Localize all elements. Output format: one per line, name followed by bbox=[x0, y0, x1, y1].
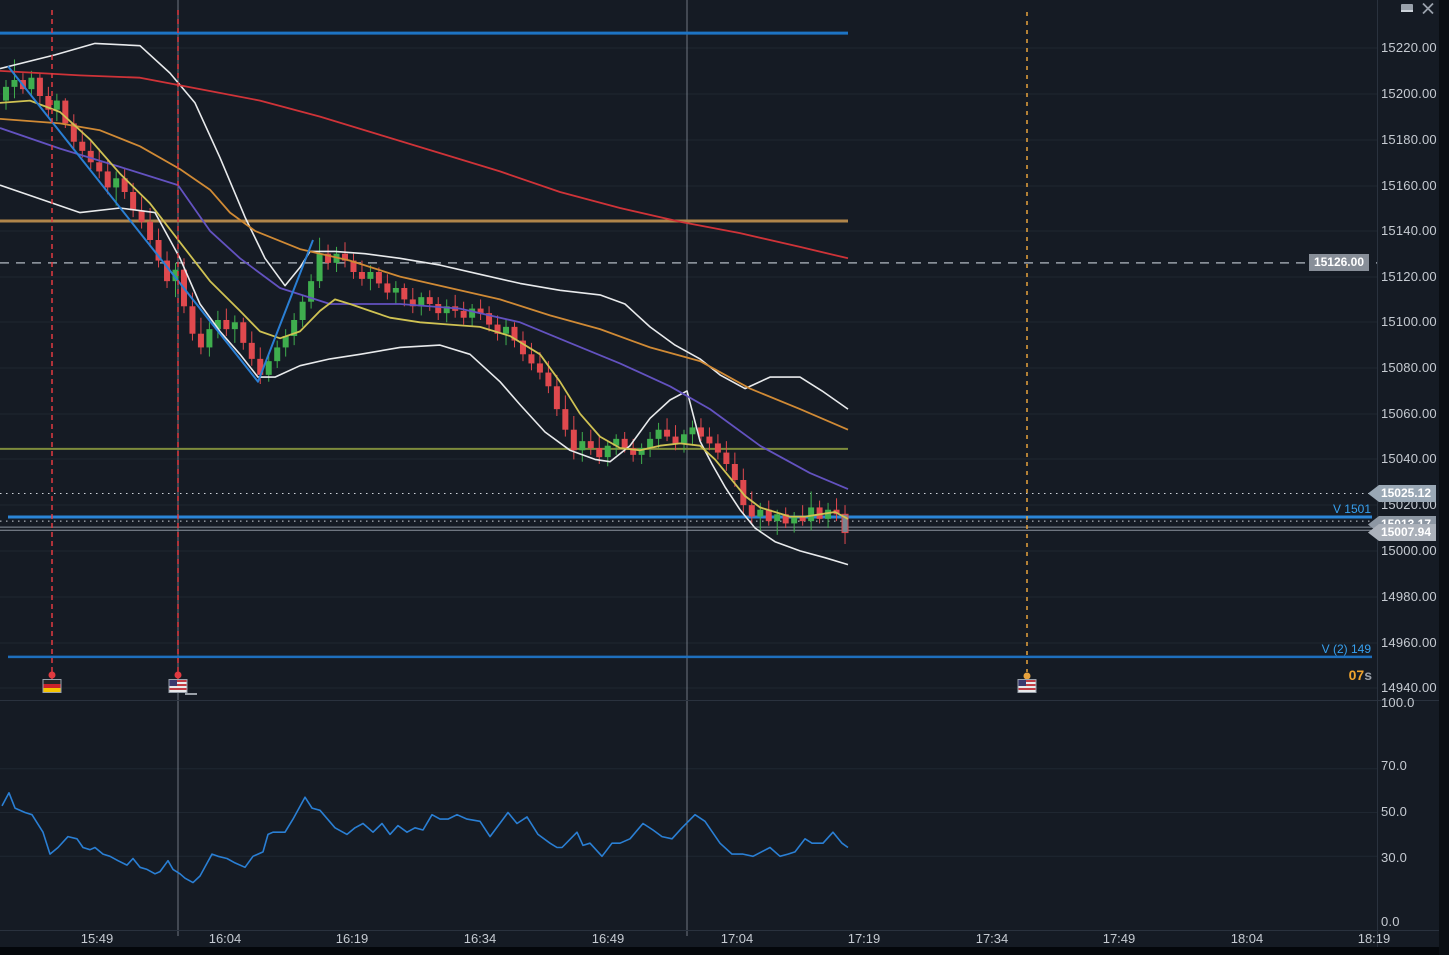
time-tick-label: 17:49 bbox=[1102, 931, 1136, 946]
minimize-icon[interactable] bbox=[1400, 2, 1414, 15]
time-tick-label: 17:04 bbox=[720, 931, 754, 946]
upper-price-tag: 15025.12 bbox=[1367, 485, 1436, 502]
flag-us-icon[interactable] bbox=[168, 679, 188, 693]
frame-layer bbox=[0, 0, 1449, 955]
volume-level-label-2: V (2) 149 bbox=[1321, 642, 1371, 656]
bar-countdown: 07s bbox=[1349, 667, 1372, 683]
axis-tick-label: 15060.00 bbox=[1381, 406, 1437, 421]
time-tick-label: 16:49 bbox=[591, 931, 625, 946]
event-dot bbox=[174, 671, 182, 679]
last-price-tag: 15007.94 bbox=[1367, 524, 1436, 541]
axis-tick-label: 50.0 bbox=[1381, 804, 1408, 819]
time-tick-label: 15:49 bbox=[80, 931, 114, 946]
axis-tick-label: 30.0 bbox=[1381, 850, 1408, 865]
flag-de-icon[interactable] bbox=[42, 679, 62, 693]
axis-tick-label: 70.0 bbox=[1381, 758, 1408, 773]
event-dot bbox=[1023, 672, 1031, 680]
axis-tick-label: 15080.00 bbox=[1381, 360, 1437, 375]
gridlines-layer bbox=[0, 47, 1378, 857]
axis-tick-label: 15200.00 bbox=[1381, 86, 1437, 101]
axis-tick-label: 15140.00 bbox=[1381, 223, 1437, 238]
axis-tick-label: 14940.00 bbox=[1381, 680, 1437, 695]
time-tick-label: 16:19 bbox=[335, 931, 369, 946]
rsi-layer bbox=[1, 791, 849, 884]
candles-layer bbox=[3, 59, 849, 544]
event-markers-layer bbox=[42, 671, 1037, 695]
ma-slow-red bbox=[0, 70, 849, 260]
countdown-unit: s bbox=[1364, 667, 1372, 683]
window-edge bbox=[1439, 0, 1449, 955]
axis-tick-label: 15100.00 bbox=[1381, 314, 1437, 329]
chart-plot-area[interactable] bbox=[0, 0, 1449, 955]
flag-us-icon[interactable] bbox=[1017, 679, 1037, 693]
axis-tick-label: 15040.00 bbox=[1381, 451, 1437, 466]
rsi-line bbox=[1, 791, 849, 884]
event-dot bbox=[48, 671, 56, 679]
axis-tick-label: 100.0 bbox=[1381, 695, 1415, 710]
time-tick-label: 16:04 bbox=[208, 931, 242, 946]
axis-tick-label: 15180.00 bbox=[1381, 132, 1437, 147]
countdown-value: 07 bbox=[1348, 667, 1365, 683]
axis-tick-label: 14980.00 bbox=[1381, 589, 1437, 604]
volume-level-label-1: V 1501 bbox=[1332, 502, 1371, 516]
axis-tick-label: 0.0 bbox=[1381, 914, 1400, 929]
time-tick-label: 18:04 bbox=[1230, 931, 1264, 946]
time-tick-label: 16:34 bbox=[463, 931, 497, 946]
window-controls bbox=[1400, 2, 1435, 15]
axis-tick-label: 15160.00 bbox=[1381, 178, 1437, 193]
ma-fast-yellow bbox=[0, 99, 849, 520]
axis-tick-label: 15220.00 bbox=[1381, 40, 1437, 55]
ma-medium-orange bbox=[0, 118, 849, 431]
time-tick-label: 17:34 bbox=[975, 931, 1009, 946]
axis-tick-label: 15000.00 bbox=[1381, 543, 1437, 558]
close-icon[interactable] bbox=[1421, 2, 1435, 15]
line-price-tag: 15126.00 bbox=[1308, 254, 1369, 271]
time-tick-label: 17:19 bbox=[847, 931, 881, 946]
axis-tick-label: 15120.00 bbox=[1381, 269, 1437, 284]
axis-tick-label: 14960.00 bbox=[1381, 635, 1437, 650]
trading-chart-window: 15220.00 15200.00 15180.00 15160.00 15140.00… bbox=[0, 0, 1449, 955]
bollinger-upper bbox=[0, 42, 849, 410]
time-tick-label: 18:19 bbox=[1357, 931, 1391, 946]
